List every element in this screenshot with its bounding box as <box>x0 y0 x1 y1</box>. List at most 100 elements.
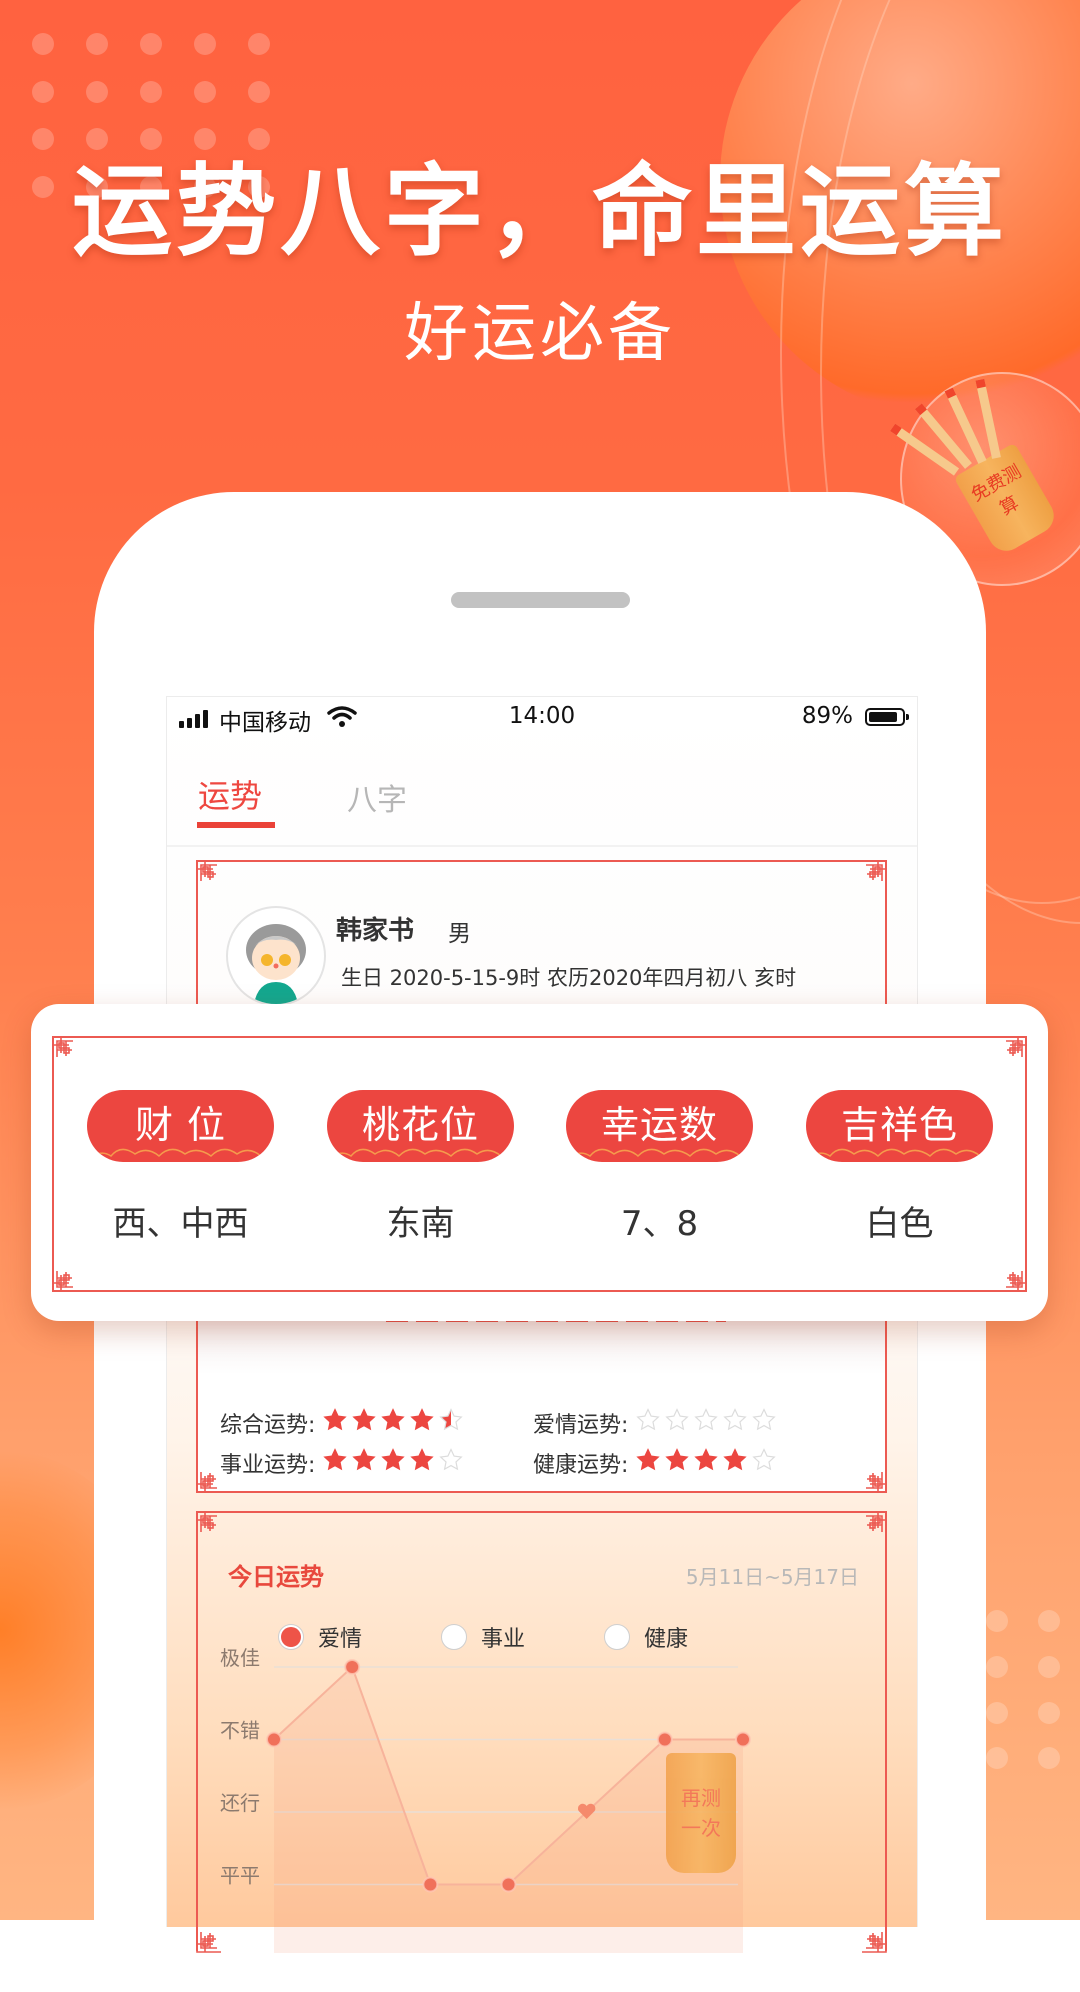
lucky-label-color: 吉祥色 <box>806 1090 993 1162</box>
lucky-label-wealth: 财 位 <box>87 1090 274 1162</box>
corner-ornament-icon <box>196 1467 222 1493</box>
corner-ornament-icon <box>861 1511 887 1537</box>
decorative-dot <box>248 33 270 55</box>
tab-bar: 运势 八字 <box>167 757 917 847</box>
decorative-dot <box>194 33 216 55</box>
pill-text: 财 位 <box>134 1103 227 1147</box>
chart-y-tick-label: 极佳 <box>220 1646 260 1670</box>
decorative-dot <box>1038 1655 1060 1678</box>
decorative-dot <box>140 80 162 103</box>
bubble-badge-text: 免费测算 <box>967 461 1026 520</box>
corner-ornament-icon <box>861 1467 887 1493</box>
lucky-value-number: 7、8 <box>620 1204 699 1244</box>
decorative-dot <box>194 80 216 103</box>
lucky-label-number: 幸运数 <box>566 1090 753 1162</box>
tab-fortune[interactable]: 运势 <box>198 771 262 817</box>
decorative-dot <box>86 33 108 55</box>
rating-row: 健康运势: <box>533 1447 781 1479</box>
corner-ornament-icon <box>196 1511 222 1537</box>
decorative-dot <box>1038 1701 1060 1724</box>
star-empty-icon <box>636 1408 661 1431</box>
tab-bazi[interactable]: 八字 <box>347 775 407 819</box>
star-empty-icon <box>752 1408 777 1431</box>
rating-row: 事业运势: <box>220 1447 468 1479</box>
corner-ornament-icon <box>196 860 222 886</box>
lucky-value-romance: 东南 <box>386 1204 455 1244</box>
rating-stars <box>636 1448 781 1478</box>
corner-ornament-icon <box>52 1266 78 1292</box>
star-empty-icon <box>694 1408 719 1431</box>
lucky-value-wealth: 西、中西 <box>112 1204 249 1244</box>
star-empty-icon <box>723 1408 748 1431</box>
chart-y-tick-label: 还行 <box>220 1791 260 1815</box>
decorative-dot <box>248 80 270 103</box>
rating-label: 爱情运势: <box>533 1413 629 1438</box>
corner-ornament-icon <box>52 1036 78 1062</box>
corner-ornament-icon <box>1001 1266 1027 1292</box>
star-filled-icon <box>665 1448 690 1471</box>
battery-icon <box>865 708 909 726</box>
star-filled-icon <box>352 1408 377 1431</box>
profile-gender: 男 <box>448 921 471 947</box>
rating-label: 健康运势: <box>533 1453 629 1478</box>
chart-y-tick-label: 不错 <box>220 1719 260 1743</box>
profile-name: 韩家书 <box>336 916 415 946</box>
retry-label: 再测一次 <box>681 1786 721 1840</box>
rating-row: 爱情运势: <box>533 1407 781 1439</box>
battery-percent: 89% <box>801 703 853 729</box>
rating-stars <box>636 1408 781 1438</box>
star-filled-icon <box>323 1408 348 1431</box>
corner-ornament-icon <box>196 1927 222 1953</box>
status-bar: 中国移动 14:00 89% <box>167 697 917 741</box>
retry-button[interactable]: 再测一次 <box>666 1753 736 1873</box>
promo-subheadline: 好运必备 <box>404 297 676 371</box>
corner-ornament-icon <box>861 860 887 886</box>
chart-point <box>266 1731 282 1748</box>
pill-text: 桃花位 <box>361 1103 479 1147</box>
chart-point <box>422 1876 439 1893</box>
profile-birth-info: 生日 2020-5-15-9时 农历2020年四月初八 亥时 <box>341 966 797 990</box>
chart-point <box>344 1659 361 1675</box>
rating-stars <box>323 1408 468 1438</box>
cloud-pattern-icon <box>87 1148 274 1162</box>
today-fortune-card: 今日运势 5月11日~5月17日 爱情 事业 健康 平平 还行 不错 极佳 再测一次 <box>196 1511 887 1953</box>
star-empty-icon <box>665 1408 690 1431</box>
cloud-pattern-icon <box>566 1148 753 1162</box>
avatar[interactable] <box>226 906 326 1006</box>
cloud-pattern-icon <box>806 1148 993 1162</box>
star-filled-icon <box>352 1448 377 1471</box>
star-empty-icon <box>439 1448 464 1471</box>
chart-point <box>500 1876 517 1893</box>
chart-point <box>656 1731 673 1748</box>
chart-point <box>735 1731 751 1748</box>
rating-row: 综合运势: <box>220 1407 468 1439</box>
phone-speaker <box>451 592 630 608</box>
fortune-line-chart: 平平还行不错极佳 <box>220 1646 751 1953</box>
star-filled-icon <box>410 1408 435 1431</box>
star-filled-icon <box>636 1448 661 1471</box>
active-tab-indicator <box>197 822 275 828</box>
decorative-dot <box>140 33 162 55</box>
rating-label: 事业运势: <box>220 1453 316 1478</box>
lucky-value-color: 白色 <box>865 1204 934 1244</box>
star-filled-icon <box>723 1448 748 1471</box>
decorative-dot <box>986 1655 1008 1678</box>
lucky-label-romance: 桃花位 <box>327 1090 514 1162</box>
star-filled-icon <box>323 1448 348 1471</box>
corner-ornament-icon <box>1001 1036 1027 1062</box>
promo-headline: 运势八字，命里运算 <box>72 152 1008 270</box>
star-empty-icon <box>752 1448 777 1471</box>
star-filled-icon <box>694 1448 719 1471</box>
lucky-info-frame <box>52 1036 1027 1292</box>
pill-text: 幸运数 <box>600 1103 718 1147</box>
star-half-icon <box>439 1408 464 1431</box>
decorative-dot <box>1038 1610 1060 1632</box>
pill-text: 吉祥色 <box>840 1103 958 1147</box>
star-filled-icon <box>410 1448 435 1471</box>
decorative-dot <box>86 80 108 103</box>
lucky-info-card: 财 位 桃花位 幸运数 吉祥色 西、中西 东南 7、8 白色 <box>31 1004 1048 1321</box>
decorative-dot <box>986 1610 1008 1632</box>
chart-y-tick-label: 平平 <box>220 1864 260 1888</box>
corner-ornament-icon <box>861 1927 887 1953</box>
decorative-dot <box>32 80 54 103</box>
